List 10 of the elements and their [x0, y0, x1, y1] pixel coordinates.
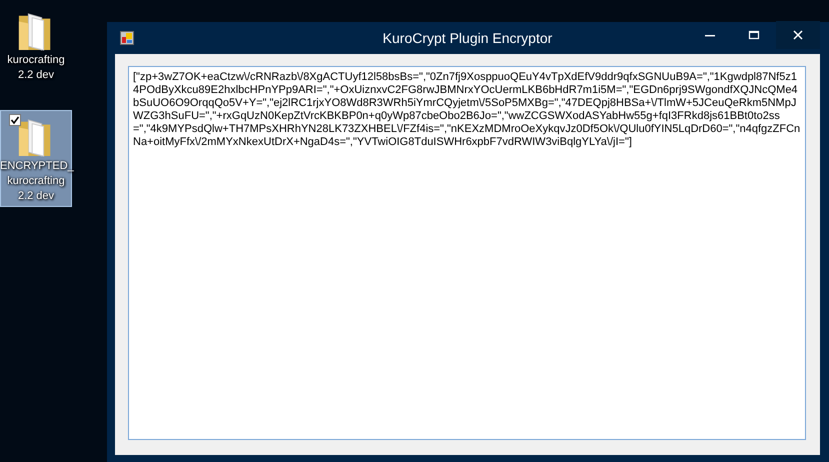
output-text-field[interactable]: ["zp+3wZ7OK+eaCtzw\/cRNRazb\/8XgACTUyf12l58bsBs=","0Zn7fj9XosppuoQEuY4vTpXdEfV9ddr9qfxSGNUuB9A=","1Kgwdpl87Nf5z14POdByXkcu89E2hxlbcHPnYPp9ARI=","+OxUiznxvC2FG8rwJBMNrxYOcUermLKB6bHdR7m1i5M=","EGDn6prj9SWgondfXQJNcQMe4bSuUO6O9OrqqQo5V+Y=","ej2lRC1rjxYO8Wd8R3WRh5iYmrCQyjetm\/5SoP5MXBg=","47DEQpj8HBSa+\/TlmW+5JCeuQeRkm5NMpJWZG3hSuFU=","+rxGqUzN0KepZtVrcKBKBP0n+q0yWp87cbeObo2B6Jo=","wwZCGSWXodASYabHw55g+fqI3FRkd8js61BBt0to2ss=","4k9MYPsdQlw+TH7MPsXHRhYN28LK73ZXHBEL\/FZf4is=","nKEXzMDMroOeXykqvJz0Df5Ok\/QUlu0fYIN5LqDrD60=","n4qfgzZFCnNa+oitMyFfx\/2mMYxNkexUtDrX+NgaD4s=","YVTwiOIG8TduISWHr6xpbF7vdRWIW3viBqlgYLYa\/jI="]: [128, 66, 806, 440]
app-icon: [120, 31, 134, 45]
desktop-folder[interactable]: kurocrafting 2.2 dev: [0, 4, 72, 86]
checkbox[interactable]: [9, 114, 21, 126]
close-icon: [792, 29, 804, 41]
maximize-icon: [748, 29, 760, 41]
window-title: KuroCrypt Plugin Encryptor: [382, 30, 552, 46]
check-icon: [10, 115, 20, 125]
close-button[interactable]: [776, 21, 820, 49]
folder-label: kurocrafting 2.2 dev: [6, 53, 66, 83]
